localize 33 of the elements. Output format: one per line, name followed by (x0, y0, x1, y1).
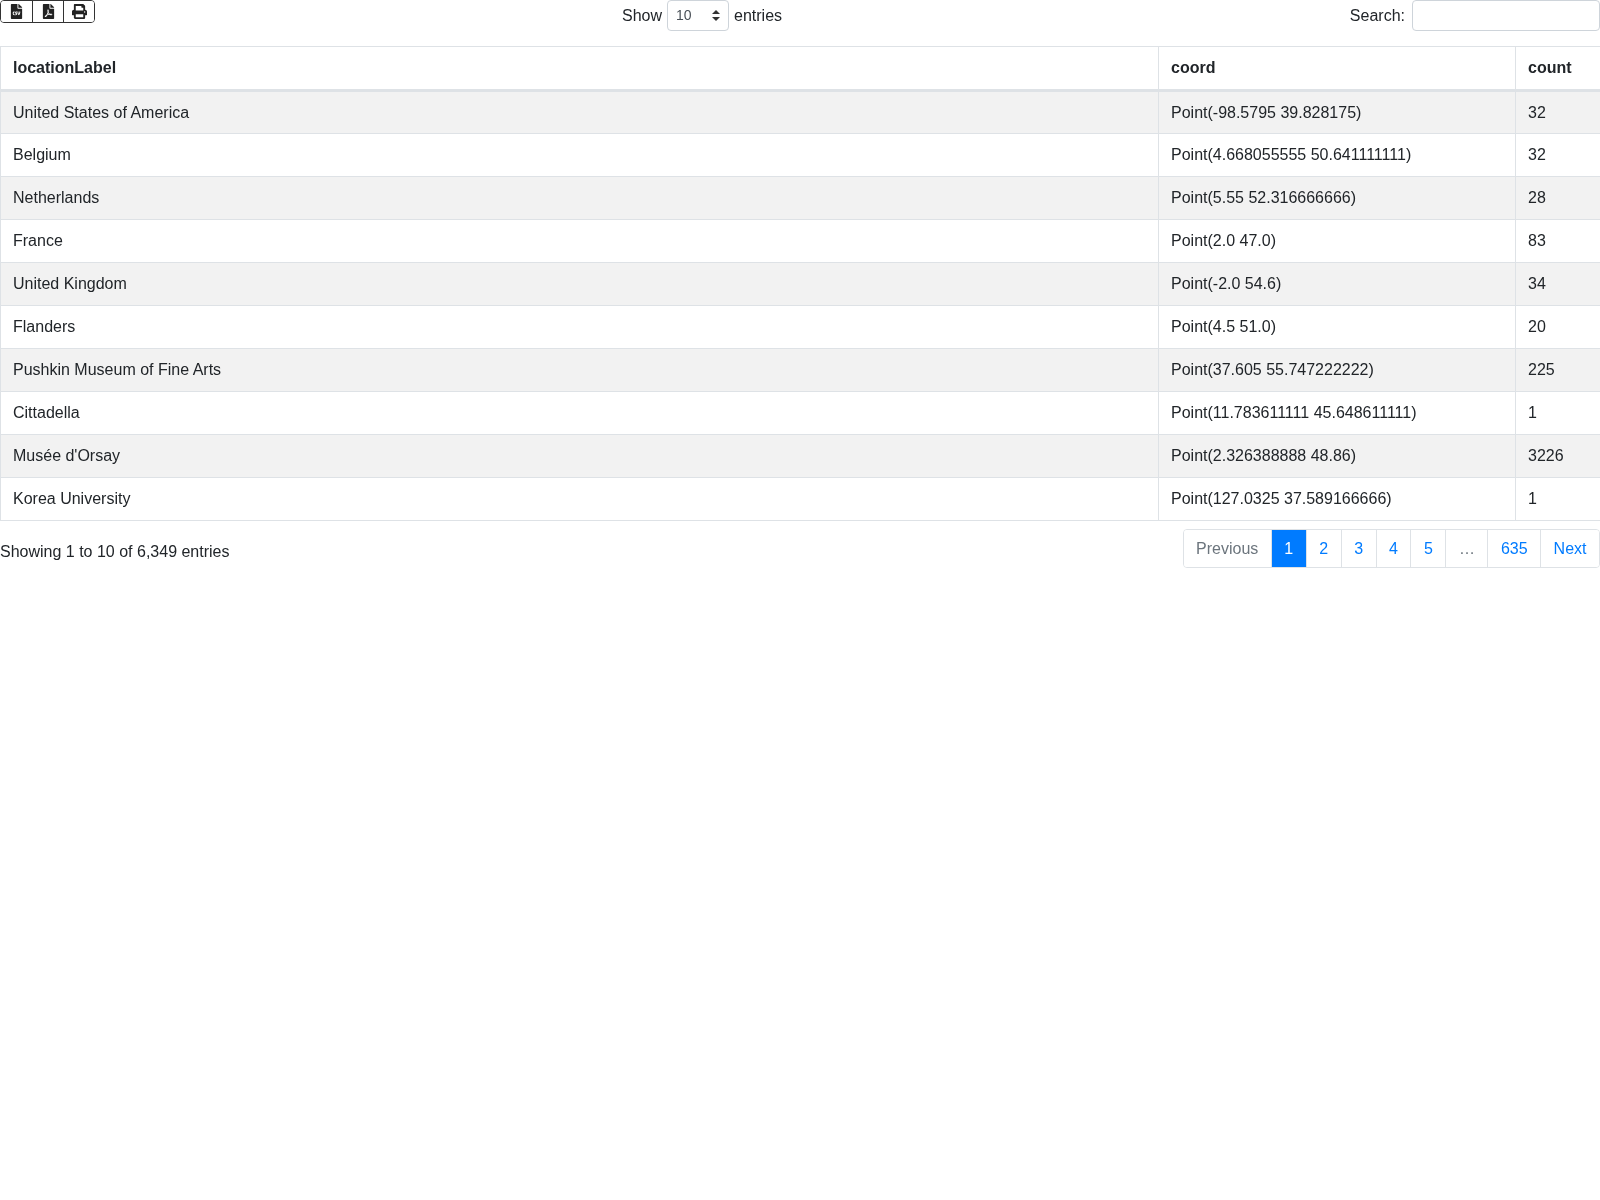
table-cell: Point(-2.0 54.6) (1158, 262, 1516, 306)
print-button[interactable] (63, 1, 94, 22)
pdf-file-icon (40, 4, 56, 19)
entries-label: entries (734, 5, 783, 26)
table-cell: Musée d'Orsay (0, 434, 1159, 478)
entries-select[interactable]: 10 (667, 0, 730, 31)
table-info: Showing 1 to 10 of 6,349 entries (0, 541, 230, 562)
table-cell: Point(5.55 52.316666666) (1158, 176, 1516, 220)
table-cell: United States of America (0, 90, 1159, 134)
pagination-button[interactable]: 1 (1270, 530, 1306, 567)
table-cell: Point(37.605 55.747222222) (1158, 348, 1516, 392)
printer-icon (71, 4, 87, 19)
table-cell: France (0, 219, 1159, 263)
table-cell: United Kingdom (0, 262, 1159, 306)
csv-file-icon (9, 4, 24, 19)
table-cell: Belgium (0, 133, 1159, 177)
pagination-button[interactable]: Next (1540, 530, 1599, 567)
table-cell: Netherlands (0, 176, 1159, 220)
table-cell: Cittadella (0, 391, 1159, 435)
table-cell: Korea University (0, 477, 1159, 521)
table-cell: Point(2.0 47.0) (1158, 219, 1516, 263)
table-cell: Point(11.783611111 45.648611111) (1158, 391, 1516, 435)
table-cell: Point(4.5 51.0) (1158, 305, 1516, 349)
table-cell: Flanders (0, 305, 1159, 349)
search-label: Search: (1349, 5, 1405, 26)
table-cell: Point(127.0325 37.589166666) (1158, 477, 1516, 521)
table-cell: Point(-98.5795 39.828175) (1158, 90, 1516, 134)
search-field[interactable] (1412, 0, 1600, 31)
up-down-caret-icon (712, 10, 721, 21)
table-cell: Point(4.668055555 50.641111111) (1158, 133, 1516, 177)
show-label: Show (622, 5, 663, 26)
table-cell: Pushkin Museum of Fine Arts (0, 348, 1159, 392)
table-cell: Point(2.326388888 48.86) (1158, 434, 1516, 478)
